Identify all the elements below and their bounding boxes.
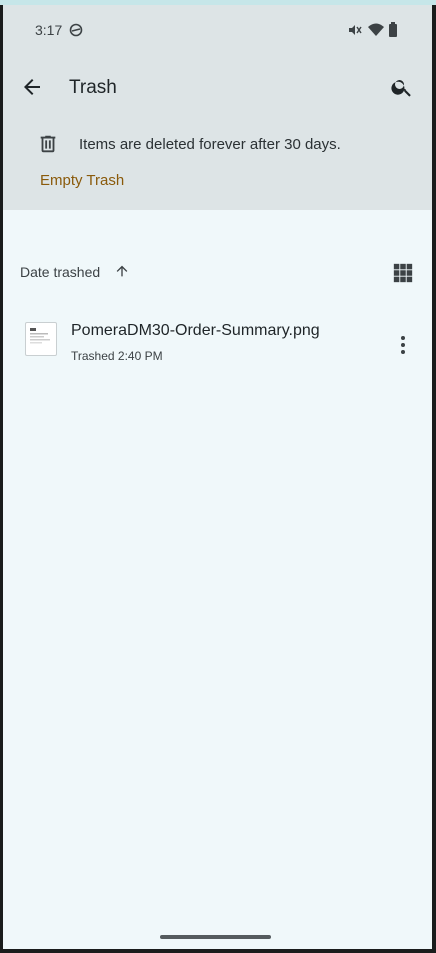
page-title: Trash — [69, 77, 117, 98]
arrow-up-icon[interactable] — [114, 263, 130, 279]
status-time: 3:17 — [35, 22, 63, 38]
status-bar: 3:17 — [3, 5, 432, 55]
sync-icon — [69, 23, 83, 37]
more-vert-icon[interactable] — [391, 333, 415, 357]
file-trashed-time: Trashed 2:40 PM — [71, 349, 163, 363]
phone-screen: 3:17 Trash Items are deleted forever aft… — [3, 5, 432, 949]
grid-view-icon[interactable] — [392, 262, 414, 284]
trash-retention-notice: Items are deleted forever after 30 days. — [79, 136, 341, 153]
header-panel: 3:17 Trash Items are deleted forever aft… — [3, 5, 432, 210]
trash-icon — [40, 135, 56, 153]
empty-trash-button[interactable]: Empty Trash — [40, 172, 124, 189]
file-name: PomeraDM30-Order-Summary.png — [71, 322, 320, 339]
app-bar: Trash — [3, 60, 432, 116]
battery-icon — [389, 22, 397, 37]
file-list-item[interactable]: PomeraDM30-Order-Summary.png Trashed 2:4… — [3, 311, 432, 375]
sort-label[interactable]: Date trashed — [20, 264, 100, 280]
image-preview-icon — [30, 328, 50, 344]
file-thumbnail — [25, 322, 57, 356]
sort-bar: Date trashed — [3, 257, 432, 287]
arrow-back-icon[interactable] — [20, 75, 44, 99]
gesture-nav-handle[interactable] — [160, 935, 271, 939]
wifi-icon — [368, 23, 384, 36]
search-icon[interactable] — [390, 75, 414, 99]
mute-icon — [349, 25, 362, 35]
